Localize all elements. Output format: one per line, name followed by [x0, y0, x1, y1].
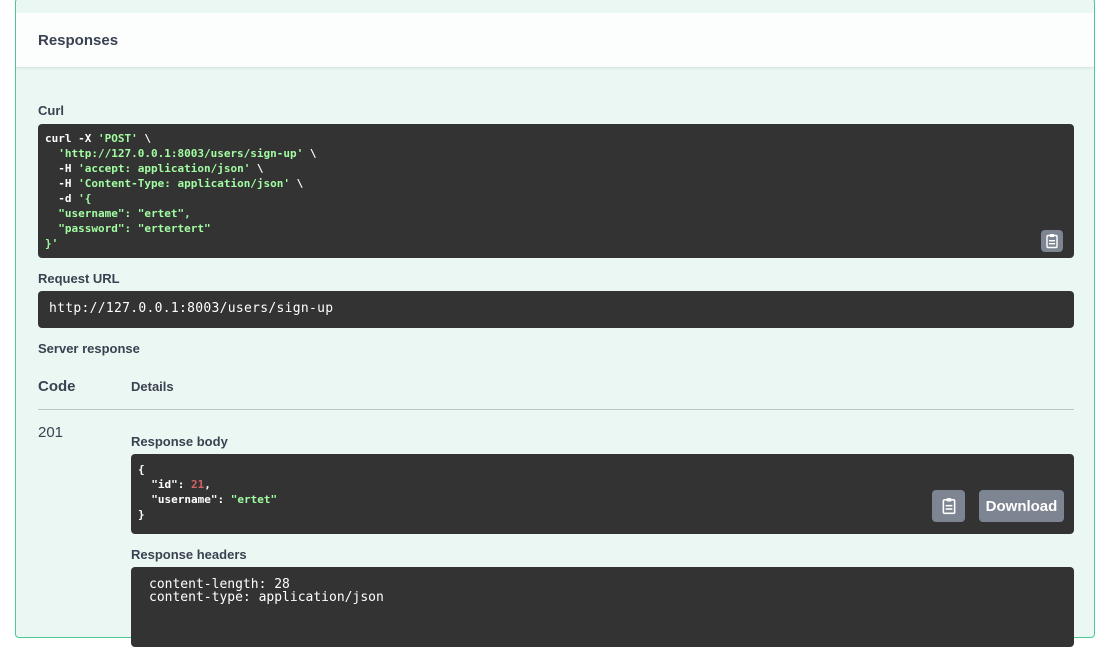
- responses-title: Responses: [38, 32, 119, 49]
- table-divider: [38, 409, 1074, 410]
- response-code: 201: [38, 424, 64, 441]
- copy-response-button[interactable]: [932, 490, 965, 522]
- response-headers: content-length: 28 content-type: applicat…: [149, 578, 384, 604]
- copy-curl-button[interactable]: [1041, 230, 1063, 252]
- request-url-value: http://127.0.0.1:8003/users/sign-up: [49, 301, 334, 316]
- details-column-header: Details: [131, 379, 174, 394]
- curl-string-token: '{: [78, 192, 92, 205]
- curl-command: curl -X 'POST' \ 'http://127.0.0.1:8003/…: [45, 132, 317, 250]
- curl-string-token: 'POST': [97, 132, 138, 145]
- clipboard-copy-icon: [1046, 234, 1058, 249]
- clipboard-copy-icon: [942, 498, 955, 515]
- server-response-label: Server response: [38, 341, 140, 356]
- curl-string-token: 'http://127.0.0.1:8003/users/sign-up': [58, 147, 304, 160]
- response-headers-block: content-length: 28 content-type: applicat…: [131, 567, 1074, 647]
- request-url-block: http://127.0.0.1:8003/users/sign-up: [38, 291, 1074, 328]
- curl-label: Curl: [38, 103, 64, 118]
- curl-string-token: 'accept: application/json': [78, 162, 251, 175]
- code-column-header: Code: [38, 378, 76, 395]
- curl-block: curl -X 'POST' \ 'http://127.0.0.1:8003/…: [38, 124, 1074, 258]
- response-body-label: Response body: [131, 434, 228, 449]
- response-headers-label: Response headers: [131, 547, 247, 562]
- request-url-label: Request URL: [38, 271, 120, 286]
- curl-string-token: "username": "ertet",: [45, 207, 191, 220]
- response-body-block: { "id": 21, "username": "ertet" } Downlo…: [131, 454, 1074, 534]
- curl-string-token: }': [45, 237, 59, 250]
- responses-panel: Responses Curl curl -X 'POST' \ 'http://…: [15, 0, 1095, 647]
- responses-header: Responses: [16, 13, 1094, 68]
- curl-string-token: 'Content-Type: application/json': [78, 177, 291, 190]
- curl-string-token: "password": "ertertert": [45, 222, 211, 235]
- download-button[interactable]: Download: [979, 490, 1064, 522]
